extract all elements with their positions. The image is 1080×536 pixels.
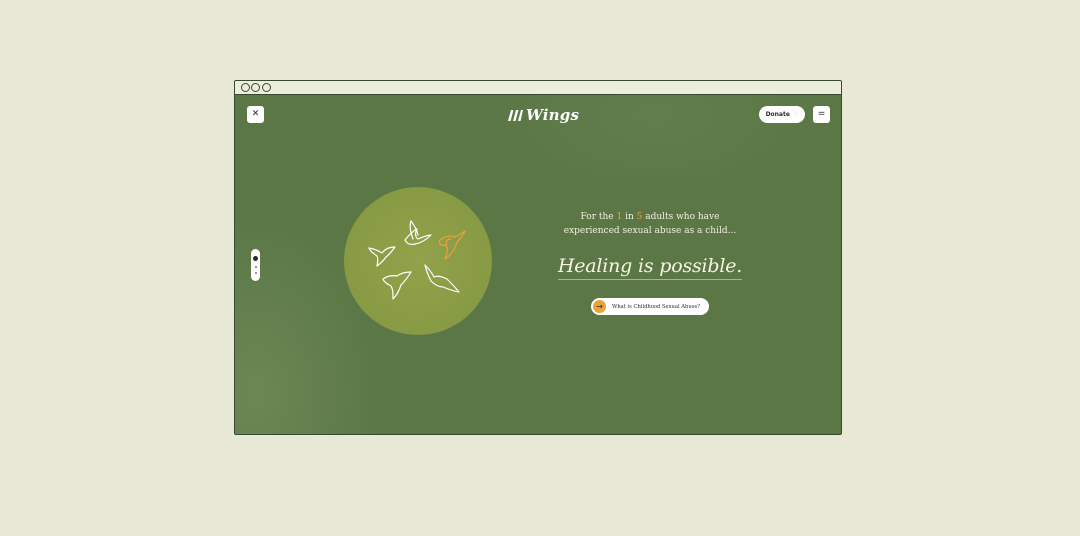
intro-line-1: For the 1 in 5 adults who have <box>555 210 745 224</box>
bird-icon <box>404 220 432 245</box>
donate-button[interactable]: Donate ♡ <box>759 106 805 123</box>
website-viewport: ✕ Wings Donate ♡ = For the 1 in 5 adults… <box>235 95 841 434</box>
close-icon: ✕ <box>251 109 260 119</box>
page-background: ✕ Wings Donate ♡ = For the 1 in 5 adults… <box>0 0 1080 536</box>
scroll-dot-active[interactable] <box>253 256 258 261</box>
intro-line-2: experienced sexual abuse as a child... <box>563 226 737 236</box>
window-control-dot[interactable] <box>262 83 271 92</box>
intro-text: adults who have <box>642 212 720 222</box>
arrow-right-icon: → <box>593 300 606 313</box>
headline-text: Healing is possible. <box>557 253 742 280</box>
browser-window: ✕ Wings Donate ♡ = For the 1 in 5 adults… <box>234 80 842 435</box>
bird-icon <box>368 246 396 267</box>
hero-intro-text: For the 1 in 5 adults who have experienc… <box>555 210 745 238</box>
bird-icon <box>382 271 412 300</box>
learn-more-button[interactable]: → What is Childhood Sexual Abuse? <box>591 298 709 315</box>
birds-illustration <box>368 220 466 300</box>
wings-logo-icon <box>508 110 523 121</box>
browser-titlebar <box>235 81 841 95</box>
window-control-dot[interactable] <box>251 83 260 92</box>
cta-label: What is Childhood Sexual Abuse? <box>612 303 701 310</box>
menu-button[interactable]: = <box>813 106 830 123</box>
donate-label: Donate <box>765 111 790 118</box>
hero-headline: Healing is possible. <box>550 253 750 280</box>
logo-wordmark: Wings <box>526 106 580 124</box>
scroll-dot[interactable] <box>254 272 257 274</box>
section-scroll-indicator[interactable] <box>251 249 260 281</box>
heart-icon: ♡ <box>793 111 799 118</box>
intro-text: in <box>622 212 637 222</box>
scroll-dot[interactable] <box>254 266 257 268</box>
bird-icon-highlight <box>438 230 466 260</box>
close-button[interactable]: ✕ <box>247 106 264 123</box>
site-logo[interactable]: Wings <box>507 106 579 124</box>
hamburger-icon: = <box>817 109 826 119</box>
bird-icon <box>424 264 460 293</box>
intro-text: For the <box>580 212 617 222</box>
window-control-dot[interactable] <box>241 83 250 92</box>
